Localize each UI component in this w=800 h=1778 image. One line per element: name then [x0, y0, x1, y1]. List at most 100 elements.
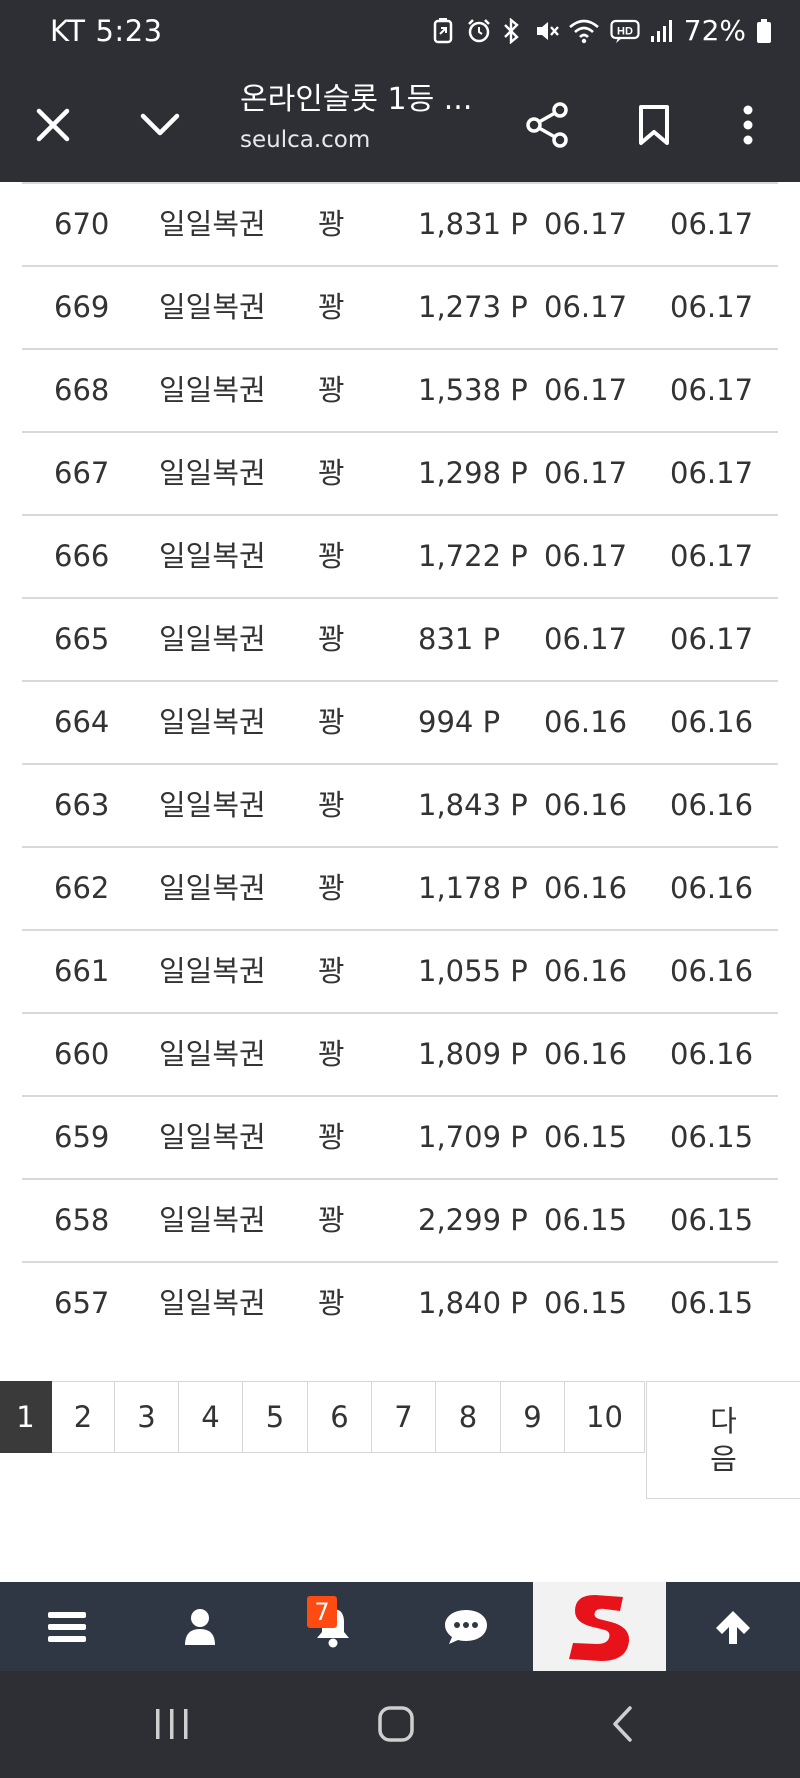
row-points: 1,840 P: [418, 1286, 528, 1320]
row-date-2: 06.17: [670, 207, 754, 241]
share-button[interactable]: [512, 90, 582, 160]
arrow-up-icon: [715, 1610, 750, 1644]
row-result: 꽝: [318, 871, 345, 905]
row-points: 831 P: [418, 622, 501, 656]
row-result: 꽝: [318, 954, 345, 988]
recent-apps-icon: [156, 1709, 188, 1739]
row-event-name: 일일복권: [159, 705, 266, 739]
bottom-nav: 7: [0, 1582, 800, 1671]
hd-voice-icon: HD: [610, 18, 640, 44]
row-number: 668: [54, 373, 110, 407]
seulca-s-logo: [568, 1594, 629, 1661]
row-date-2: 06.17: [670, 622, 754, 656]
row-points: 1,809 P: [418, 1037, 528, 1071]
browser-toolbar: 온라인슬롯 1등 ... seulca.com: [0, 68, 800, 182]
row-result: 꽝: [318, 1286, 345, 1320]
page-4-button[interactable]: 4: [179, 1381, 243, 1453]
minimize-button[interactable]: [125, 90, 195, 160]
page-3-button[interactable]: 3: [115, 1381, 179, 1453]
list-item: 666 일일복권 꽝 1,722 P 06.17 06.17: [22, 514, 778, 597]
signal-icon: [650, 18, 674, 44]
status-icons: HD 72%: [432, 14, 772, 47]
battery-saver-icon: [432, 17, 456, 44]
row-event-name: 일일복권: [159, 1120, 266, 1154]
row-points: 1,298 P: [418, 456, 528, 490]
row-number: 666: [54, 539, 110, 573]
chat-icon: [444, 1609, 487, 1644]
page-2-button[interactable]: 2: [52, 1381, 115, 1453]
page-1-button[interactable]: 1: [0, 1381, 52, 1453]
pagination: 1 2 3 4 5 6 7 8 9 10 다 음: [0, 1381, 800, 1501]
row-number: 664: [54, 705, 110, 739]
row-result: 꽝: [318, 1037, 345, 1071]
row-date: 06.16: [544, 788, 628, 822]
page-7-button[interactable]: 7: [372, 1381, 436, 1453]
row-event-name: 일일복권: [159, 954, 266, 988]
back-icon: [613, 1706, 632, 1742]
next-label-line-1: 다: [710, 1404, 737, 1438]
row-date-2: 06.16: [670, 1037, 754, 1071]
home-button[interactable]: [351, 1691, 441, 1757]
site-logo-button[interactable]: [533, 1582, 666, 1671]
profile-button[interactable]: [133, 1582, 266, 1671]
chat-button[interactable]: [399, 1582, 532, 1671]
row-event-name: 일일복권: [159, 539, 266, 573]
next-page-button[interactable]: 다음: [646, 1381, 800, 1499]
row-event-name: 일일복권: [159, 1037, 266, 1071]
row-event-name: 일일복권: [159, 1286, 266, 1320]
row-date: 06.17: [544, 290, 628, 324]
lottery-history-list: 670 일일복권 꽝 1,831 P 06.17 06.17 669 일일복권 꽝 1,273 P…: [22, 182, 778, 1344]
row-points: 1,055 P: [418, 954, 528, 988]
row-result: 꽝: [318, 456, 345, 490]
row-result: 꽝: [318, 788, 345, 822]
row-date-2: 06.16: [670, 705, 754, 739]
row-points: 1,178 P: [418, 871, 528, 905]
row-result: 꽝: [318, 207, 345, 241]
page-8-button[interactable]: 8: [436, 1381, 501, 1453]
back-button[interactable]: [577, 1691, 667, 1757]
row-points: 1,843 P: [418, 788, 528, 822]
row-number: 659: [54, 1120, 110, 1154]
row-date: 06.15: [544, 1286, 628, 1320]
row-event-name: 일일복권: [159, 456, 266, 490]
bluetooth-icon: [500, 17, 524, 44]
row-points: 1,709 P: [418, 1120, 528, 1154]
row-date-2: 06.17: [670, 373, 754, 407]
page-title-area[interactable]: 온라인슬롯 1등 ... seulca.com: [240, 78, 470, 158]
row-result: 꽝: [318, 705, 345, 739]
row-event-name: 일일복권: [159, 207, 266, 241]
row-date-2: 06.17: [670, 290, 754, 324]
list-item: 669 일일복권 꽝 1,273 P 06.17 06.17: [22, 265, 778, 348]
list-item: 662 일일복권 꽝 1,178 P 06.16 06.16: [22, 846, 778, 929]
row-points: 1,831 P: [418, 207, 528, 241]
row-number: 661: [54, 954, 110, 988]
more-options-button[interactable]: [713, 90, 783, 160]
list-item: 663 일일복권 꽝 1,843 P 06.16 06.16: [22, 763, 778, 846]
list-item: 665 일일복권 꽝 831 P 06.17 06.17: [22, 597, 778, 680]
row-event-name: 일일복권: [159, 1203, 266, 1237]
scroll-top-button[interactable]: [666, 1582, 799, 1671]
bookmark-button[interactable]: [619, 90, 689, 160]
battery-percent: 72%: [683, 14, 746, 47]
page-5-button[interactable]: 5: [243, 1381, 308, 1453]
row-date: 06.17: [544, 456, 628, 490]
recent-apps-button[interactable]: [127, 1691, 217, 1757]
menu-button[interactable]: [0, 1582, 133, 1671]
page-10-button[interactable]: 10: [565, 1381, 645, 1453]
row-event-name: 일일복권: [159, 622, 266, 656]
row-result: 꽝: [318, 1203, 345, 1237]
row-date-2: 06.15: [670, 1203, 754, 1237]
chevron-down-icon: [140, 113, 180, 136]
row-date-2: 06.16: [670, 954, 754, 988]
page-6-button[interactable]: 6: [308, 1381, 372, 1453]
row-date-2: 06.16: [670, 788, 754, 822]
notification-badge: 7: [307, 1596, 337, 1628]
status-left: KT 5:23: [50, 14, 173, 48]
list-item: 657 일일복권 꽝 1,840 P 06.15 06.15: [22, 1261, 778, 1344]
row-date: 06.16: [544, 1037, 628, 1071]
row-number: 665: [54, 622, 110, 656]
close-button[interactable]: [18, 90, 88, 160]
row-number: 670: [54, 207, 110, 241]
row-date-2: 06.16: [670, 871, 754, 905]
page-9-button[interactable]: 9: [501, 1381, 565, 1453]
